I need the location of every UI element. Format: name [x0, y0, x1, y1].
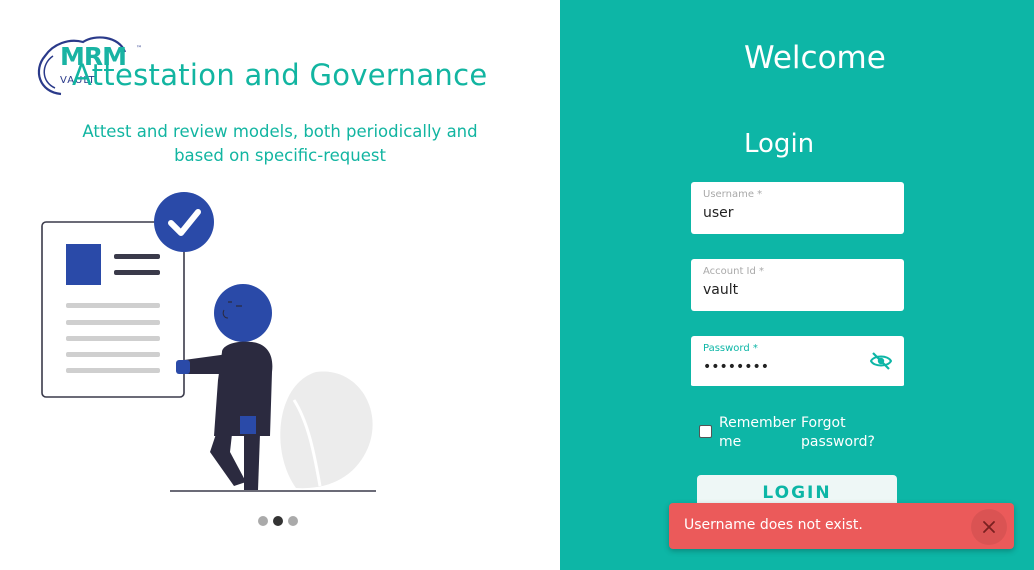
password-field[interactable]: Password * ••••••••	[691, 336, 904, 388]
slide-title: Attestation and Governance	[72, 58, 488, 92]
remember-me: Remember me	[699, 414, 801, 452]
carousel-panel: MRM ™ VAULT Attestation and Governance A…	[0, 0, 560, 570]
account-id-input[interactable]	[703, 282, 868, 298]
carousel-dot-1[interactable]	[258, 516, 268, 526]
remember-me-label[interactable]: Remember me	[719, 414, 801, 452]
toast-message: Username does not exist.	[684, 517, 863, 533]
username-label: Username *	[703, 189, 763, 200]
account-id-field[interactable]: Account Id *	[691, 259, 904, 311]
carousel-dots	[258, 516, 298, 526]
login-heading: Login	[744, 129, 815, 159]
carousel-dot-3[interactable]	[288, 516, 298, 526]
password-input[interactable]: ••••••••	[703, 359, 868, 375]
username-input[interactable]	[703, 205, 868, 221]
login-panel: Welcome Login Username * Account Id * Pa…	[560, 0, 1034, 570]
eye-off-icon[interactable]	[869, 352, 893, 370]
close-icon[interactable]	[971, 509, 1007, 545]
welcome-heading: Welcome	[744, 40, 886, 76]
remember-me-checkbox[interactable]	[699, 425, 712, 438]
attestation-illustration	[41, 192, 376, 492]
username-field[interactable]: Username *	[691, 182, 904, 234]
slide-subtitle: Attest and review models, both periodica…	[82, 122, 478, 165]
account-id-label: Account Id *	[703, 266, 765, 277]
error-toast: Username does not exist.	[669, 503, 1014, 549]
forgot-password-link[interactable]: Forgot password?	[801, 414, 891, 452]
password-label: Password *	[703, 343, 758, 354]
logo-trademark: ™	[136, 45, 142, 52]
carousel-dot-2[interactable]	[273, 516, 283, 526]
